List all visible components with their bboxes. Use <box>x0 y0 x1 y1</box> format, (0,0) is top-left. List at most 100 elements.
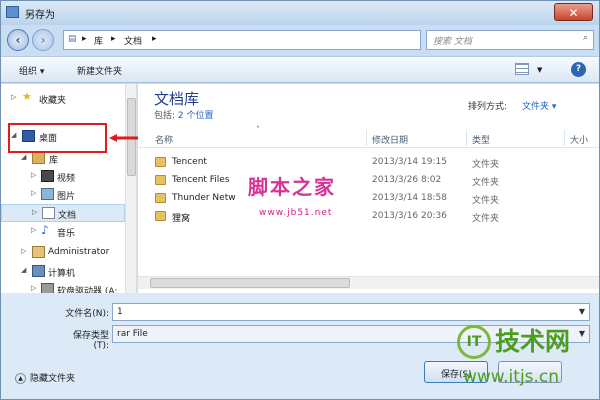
star-icon: ★ <box>22 90 32 103</box>
sidebar-item-floppy[interactable]: ▷ 软盘驱动器 (A: <box>1 281 125 293</box>
sidebar-item-video[interactable]: ▷ 视频 <box>1 168 125 186</box>
file-name: Thunder Netw <box>172 193 236 203</box>
sidebar-item-documents[interactable]: ▷ 文档 <box>1 204 125 222</box>
column-divider[interactable] <box>366 130 367 146</box>
library-title: 文档库 <box>154 90 200 108</box>
folder-icon <box>155 211 166 221</box>
address-bar: ‹ › ▤ ▸ 库 ▸ 文档 ▸ ▼ ⟳ 搜索 文档 ⌕ <box>1 25 599 56</box>
sidebar-item-music[interactable]: ▷ ♪ 音乐 <box>1 223 125 241</box>
view-dropdown-icon[interactable]: ▼ <box>537 66 542 74</box>
sidebar-item-administrator[interactable]: ▷ Administrator <box>1 244 125 262</box>
includes-label: 包括: <box>154 111 176 121</box>
floppy-icon <box>41 283 54 293</box>
expand-arrow-icon[interactable]: ▷ <box>31 171 36 179</box>
search-icon[interactable]: ⌕ <box>583 33 588 43</box>
breadcrumb-separator: ▸ <box>82 34 87 44</box>
hide-folders-label: 隐藏文件夹 <box>30 374 76 384</box>
library-icon <box>32 152 45 164</box>
window-icon <box>6 6 19 18</box>
expand-arrow-icon[interactable]: ◢ <box>21 266 26 274</box>
file-row[interactable]: Thunder Netw 2013/3/14 18:58 文件夹 <box>138 190 599 208</box>
breadcrumb-documents[interactable]: 文档 <box>124 34 142 47</box>
hide-folders-button[interactable]: ▲ 隐藏文件夹 <box>15 371 75 384</box>
organize-button[interactable]: 组织 ▾ <box>19 64 44 77</box>
sidebar-item-label: 音乐 <box>57 229 76 239</box>
music-icon: ♪ <box>41 223 49 237</box>
jb51-watermark-url: www.jb51.net <box>259 208 333 218</box>
view-options-icon[interactable] <box>515 63 529 75</box>
scrollbar-thumb[interactable] <box>150 278 350 288</box>
file-name: Tencent Files <box>172 175 230 185</box>
file-row[interactable]: Tencent 2013/3/14 19:15 文件夹 <box>138 154 599 172</box>
column-divider[interactable] <box>564 130 565 146</box>
filetype-label: 保存类型(T): <box>72 331 109 351</box>
title-bar[interactable]: 另存为 ✕ <box>1 1 599 25</box>
sidebar-item-pictures[interactable]: ▷ 图片 <box>1 186 125 204</box>
breadcrumb[interactable]: ▤ ▸ 库 ▸ 文档 ▸ ▼ ⟳ <box>63 30 482 50</box>
help-icon[interactable]: ? <box>571 62 586 77</box>
folder-icon <box>155 157 166 167</box>
window-title: 另存为 <box>25 10 55 21</box>
column-header: 名称 ˄ 修改日期 类型 大小 <box>138 125 599 148</box>
expand-arrow-icon[interactable]: ▷ <box>31 226 36 234</box>
library-includes: 包括: 2 个位置 <box>154 108 214 121</box>
file-name: Tencent <box>172 157 207 167</box>
folder-icon <box>155 175 166 185</box>
search-placeholder: 搜索 文档 <box>433 37 472 47</box>
folder-icon <box>155 193 166 203</box>
sidebar-item-label: 视频 <box>57 174 76 184</box>
folder-icon: ▤ <box>68 34 77 44</box>
sidebar-item-label: 软盘驱动器 (A: <box>57 287 118 293</box>
file-name: 狸窝 <box>172 214 191 224</box>
sort-dropdown[interactable]: 文件夹 ▾ <box>522 99 556 112</box>
file-date: 2013/3/26 8:02 <box>372 175 442 185</box>
file-row[interactable]: 狸窝 2013/3/16 20:36 文件夹 <box>138 208 599 226</box>
sidebar-item-label: 图片 <box>57 192 76 202</box>
forward-arrow-icon[interactable]: › <box>32 29 54 51</box>
column-size[interactable]: 大小 <box>570 133 588 146</box>
expand-arrow-icon[interactable]: ▷ <box>21 247 26 255</box>
file-date: 2013/3/14 18:58 <box>372 193 447 203</box>
sort-label: 排列方式: <box>468 102 508 112</box>
computer-icon <box>32 265 45 277</box>
expand-arrow-icon[interactable]: ◢ <box>21 153 26 161</box>
sidebar-item-favorites[interactable]: ▷ ★ 收藏夹 <box>1 90 125 108</box>
expand-arrow-icon[interactable]: ▷ <box>31 284 36 292</box>
column-name[interactable]: 名称 <box>155 133 173 146</box>
document-icon <box>42 207 55 219</box>
filename-input[interactable]: 1 ▼ <box>112 303 590 321</box>
sidebar-item-label: 库 <box>49 156 59 166</box>
itjs-watermark-url: www.itjs.cn <box>463 367 560 387</box>
close-button[interactable]: ✕ <box>554 3 593 21</box>
sidebar-item-label: Administrator <box>48 247 110 257</box>
search-input[interactable]: 搜索 文档 ⌕ <box>426 30 594 50</box>
locations-link[interactable]: 2 个位置 <box>178 111 214 121</box>
horizontal-scrollbar[interactable] <box>138 276 599 289</box>
breadcrumb-separator: ▸ <box>111 34 116 44</box>
chevron-down-icon[interactable]: ▼ <box>579 329 585 338</box>
back-arrow-icon[interactable]: ‹ <box>7 29 29 51</box>
picture-icon <box>41 188 54 200</box>
breadcrumb-library[interactable]: 库 <box>94 34 103 47</box>
sidebar-item-computer[interactable]: ◢ 计算机 <box>1 263 125 281</box>
column-divider[interactable] <box>466 130 467 146</box>
video-icon <box>41 170 54 182</box>
expand-arrow-icon[interactable]: ▷ <box>31 189 36 197</box>
column-date[interactable]: 修改日期 <box>372 133 408 146</box>
new-folder-button[interactable]: 新建文件夹 <box>77 64 122 77</box>
file-row[interactable]: Tencent Files 2013/3/26 8:02 文件夹 <box>138 172 599 190</box>
chevron-down-icon[interactable]: ▼ <box>579 307 585 316</box>
sidebar-item-label: 计算机 <box>48 269 76 279</box>
filename-label: 文件名(N): <box>65 309 109 319</box>
expand-arrow-icon[interactable]: ▷ <box>32 208 37 216</box>
sort-indicator-icon: ˄ <box>256 125 260 134</box>
user-icon <box>32 246 45 258</box>
red-arrow-icon <box>109 134 139 142</box>
expand-arrow-icon[interactable]: ▷ <box>11 93 16 101</box>
sidebar-scrollbar[interactable] <box>125 84 136 293</box>
column-type[interactable]: 类型 <box>472 133 490 146</box>
desktop-highlight-box <box>8 123 107 153</box>
breadcrumb-separator: ▸ <box>152 34 157 44</box>
sidebar-item-label: 收藏夹 <box>39 96 67 106</box>
navigation-pane: ▷ ★ 收藏夹 ◢ 桌面 ◢ 库 ▷ 视频 ▷ 图片 ▷ 文档 ▷ ♪ 音乐 ▷… <box>1 84 137 293</box>
